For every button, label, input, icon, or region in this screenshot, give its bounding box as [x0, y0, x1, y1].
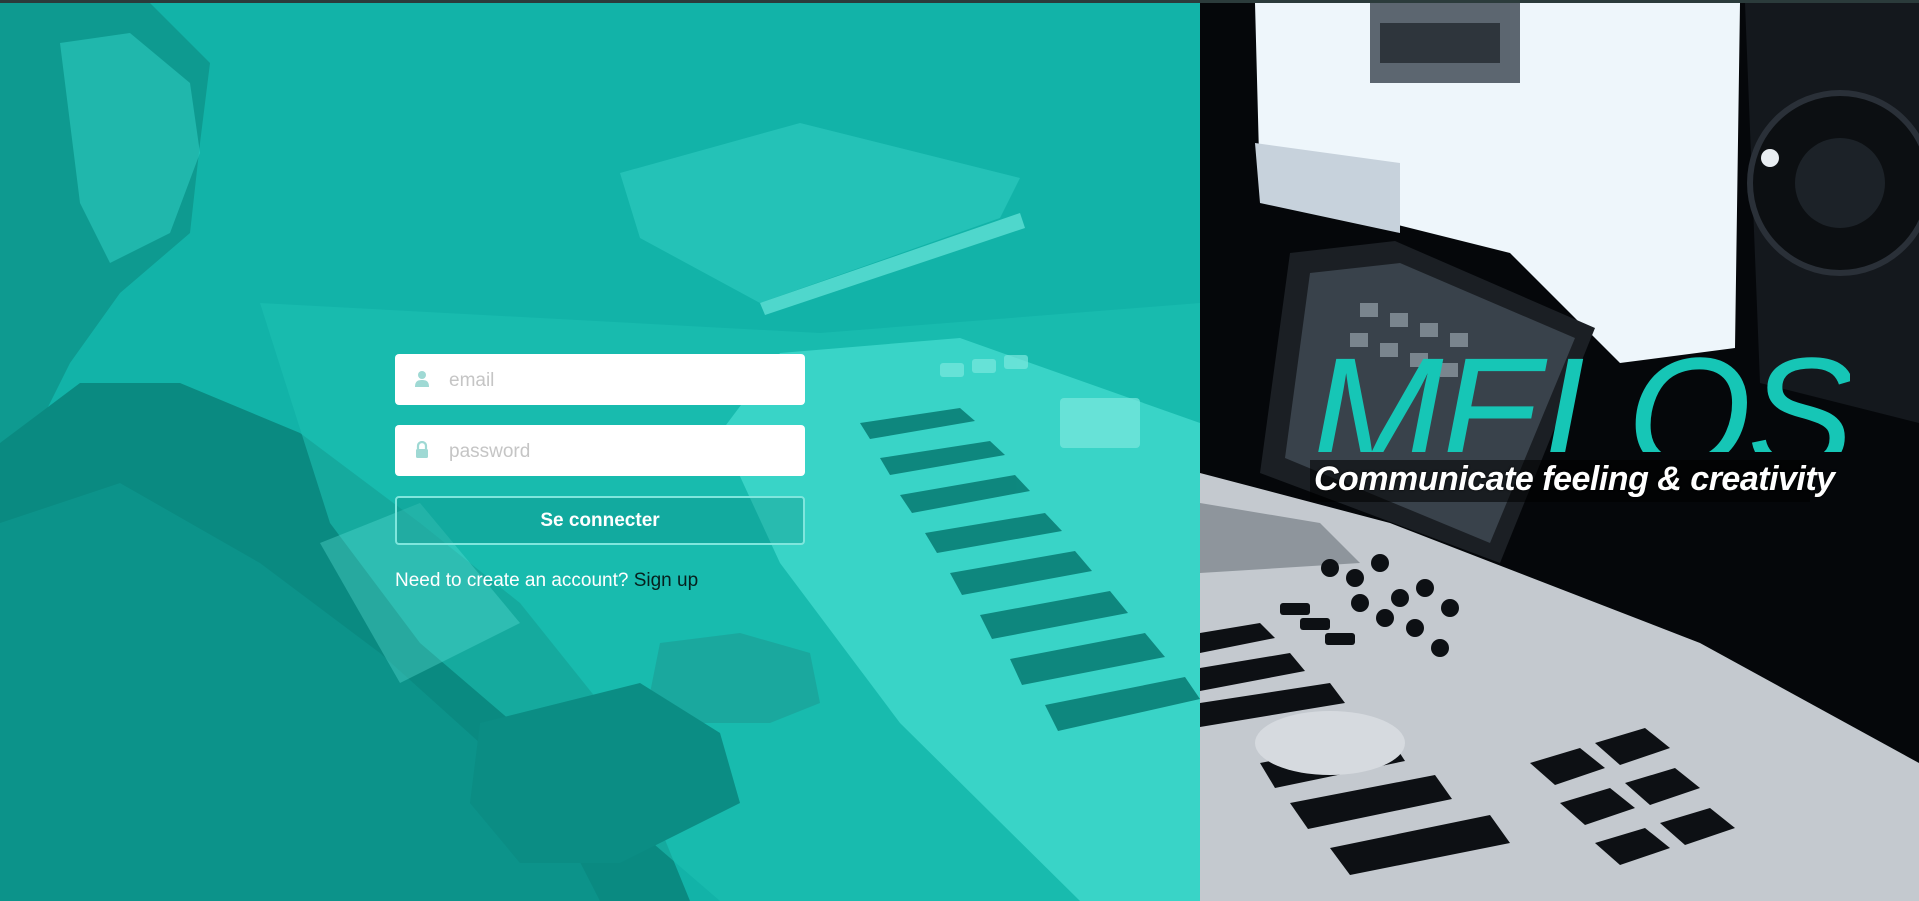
brand-tagline: Communicate feeling & creativity [1314, 460, 1835, 498]
signup-prompt-text: Need to create an account? [395, 570, 629, 591]
password-input[interactable] [447, 425, 791, 478]
brand-block: MELOS Communicate feeling & creativity [1310, 334, 1850, 510]
login-form: Se connecter Need to create an account? … [395, 354, 805, 592]
signup-link[interactable]: Sign up [634, 570, 698, 591]
email-field[interactable] [395, 354, 805, 407]
user-icon [415, 371, 429, 387]
email-input[interactable] [447, 354, 791, 407]
lock-icon [416, 441, 428, 458]
brand-title: MELOS [1310, 334, 1851, 452]
login-button[interactable]: Se connecter [395, 496, 805, 545]
signup-prompt: Need to create an account? Sign up [395, 570, 805, 592]
login-panel: Se connecter Need to create an account? … [0, 3, 1200, 901]
password-field[interactable] [395, 425, 805, 478]
